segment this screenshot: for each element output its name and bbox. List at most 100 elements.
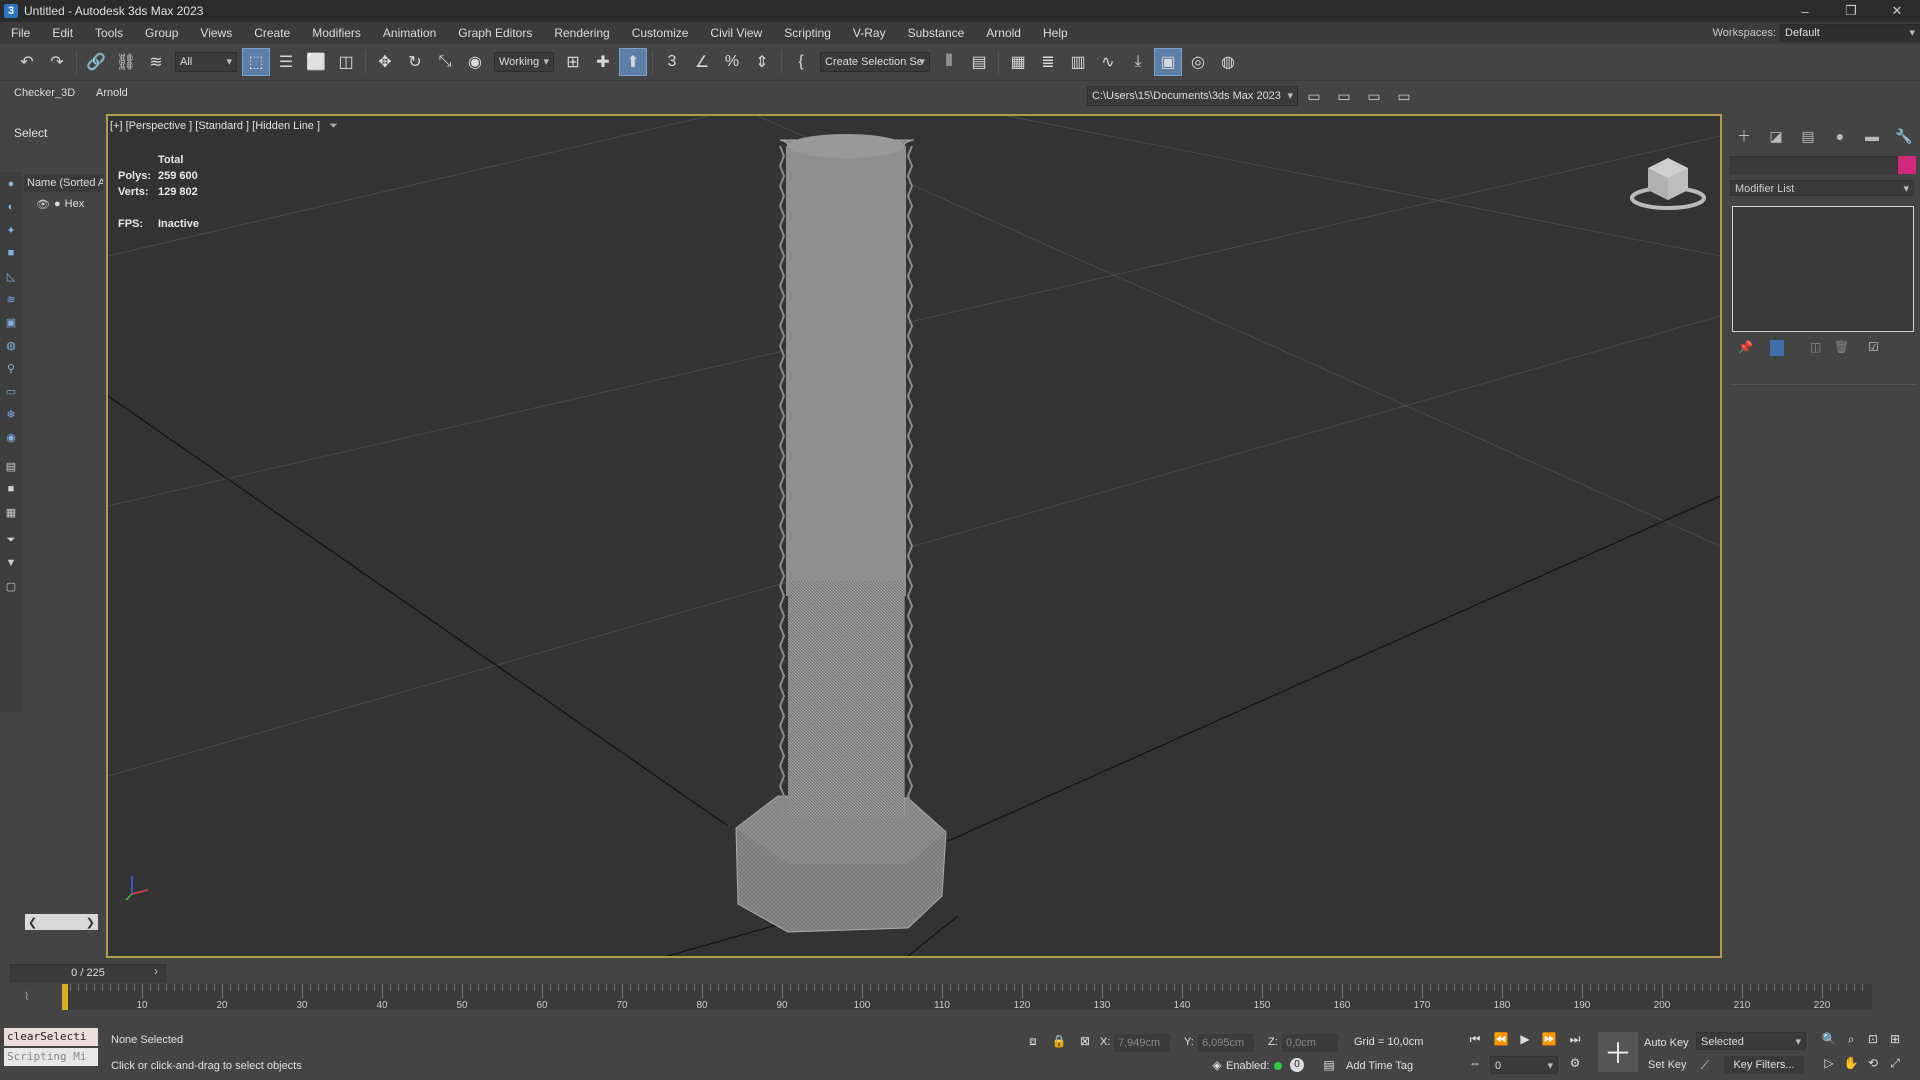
display-invert-icon[interactable]: ▦ <box>3 504 19 520</box>
filter-selected-icon[interactable]: ▼ <box>3 555 19 571</box>
unlink-icon[interactable]: ⛓ <box>112 48 140 76</box>
display-helpers-icon[interactable]: ◺ <box>3 268 19 284</box>
field-of-view-icon[interactable]: ▷ <box>1820 1054 1838 1072</box>
display-hidden-icon[interactable]: ◉ <box>3 429 19 445</box>
bind-space-warp-icon[interactable]: ≋ <box>142 48 170 76</box>
track-bar[interactable]: ⌇ 10 20 30 40 50 60 70 80 90 100 110 120 130 140 150 16… <box>0 982 1920 1011</box>
snaps-toggle-icon[interactable]: 3 <box>658 48 686 76</box>
render-frame-icon[interactable]: ◍ <box>1214 48 1242 76</box>
select-header[interactable]: Select <box>14 126 47 140</box>
name-column-header[interactable]: Name (Sorted A <box>24 174 103 192</box>
zoom-extents-all-icon[interactable]: ⊞ <box>1886 1030 1904 1048</box>
play-icon[interactable]: ▶ <box>1516 1030 1534 1048</box>
edit-named-selection-icon[interactable]: { <box>787 48 815 76</box>
menu-tools[interactable]: Tools <box>84 22 134 44</box>
isolate-selection-icon[interactable]: ⧈ <box>1024 1032 1042 1050</box>
add-time-tag-button[interactable]: Add Time Tag <box>1346 1060 1413 1072</box>
workspace-dropdown[interactable]: Default <box>1780 24 1920 42</box>
tab-checker-3d[interactable]: Checker_3D <box>14 87 75 99</box>
window-crossing-icon[interactable]: ◫ <box>332 48 360 76</box>
display-containers-icon[interactable]: ▭ <box>3 383 19 399</box>
menu-create[interactable]: Create <box>243 22 301 44</box>
project-folder-icon[interactable]: ▭ <box>1304 86 1324 106</box>
enabled-counter[interactable]: 0 <box>1290 1058 1304 1072</box>
absolute-mode-icon[interactable]: ⊠ <box>1076 1032 1094 1050</box>
show-end-result-icon[interactable] <box>1770 340 1784 356</box>
curve-editor-mini-icon[interactable]: ⌇ <box>24 990 29 1003</box>
display-all-icon[interactable]: ▤ <box>3 458 19 474</box>
percent-snap-icon[interactable]: % <box>718 48 746 76</box>
display-spacewarps-icon[interactable]: ≋ <box>3 291 19 307</box>
align-icon[interactable]: ▤ <box>965 48 993 76</box>
adaptive-degradation-icon[interactable]: ◈ <box>1208 1056 1226 1074</box>
select-manipulate-icon[interactable]: ✚ <box>589 48 617 76</box>
project-create-icon[interactable]: ▭ <box>1334 86 1354 106</box>
menu-animation[interactable]: Animation <box>372 22 447 44</box>
display-xrefs-icon[interactable]: ◍ <box>3 337 19 353</box>
utilities-tab-icon[interactable]: 🔧 <box>1892 126 1916 146</box>
display-groups-icon[interactable]: ▣ <box>3 314 19 330</box>
viewport-label[interactable]: [+] [Perspective ] [Standard ] [Hidden L… <box>110 120 338 133</box>
time-tag-icon[interactable]: ▤ <box>1320 1056 1338 1074</box>
maxscript-listener[interactable]: clearSelecti <box>4 1028 98 1046</box>
menu-views[interactable]: Views <box>189 22 243 44</box>
motion-tab-icon[interactable]: ● <box>1828 126 1852 146</box>
track-bar-ruler[interactable]: 10 20 30 40 50 60 70 80 90 100 110 120 130 140 150 160 1… <box>62 984 1872 1011</box>
viewport-label-text[interactable]: [+] [Perspective ] [Standard ] [Hidden L… <box>110 120 320 132</box>
curve-editor-icon[interactable]: ∿ <box>1094 48 1122 76</box>
object-color-swatch[interactable] <box>1898 156 1916 174</box>
scroll-left-icon[interactable]: ❮ <box>25 916 37 929</box>
time-next-icon[interactable]: › <box>154 964 158 978</box>
graph-editor-icon[interactable]: ▥ <box>1064 48 1092 76</box>
time-configuration-icon[interactable]: ⚙ <box>1566 1054 1584 1072</box>
scale-icon[interactable]: ⤡ <box>431 48 459 76</box>
menu-arnold[interactable]: Arnold <box>975 22 1032 44</box>
display-tab-icon[interactable]: ▬ <box>1860 126 1884 146</box>
project-path-dropdown[interactable]: C:\Users\15\Documents\3ds Max 2023 <box>1087 86 1298 106</box>
key-filters-button[interactable]: Key Filters... <box>1724 1056 1804 1074</box>
maximize-viewport-icon[interactable]: ⤢ <box>1886 1054 1904 1072</box>
modify-tab-icon[interactable]: ◪ <box>1764 126 1788 146</box>
project-open-icon[interactable]: ▭ <box>1364 86 1384 106</box>
hierarchy-icon[interactable]: ▢ <box>3 578 19 594</box>
angle-snap-icon[interactable]: ∠ <box>688 48 716 76</box>
set-key-button[interactable]: Set Key <box>1648 1056 1687 1074</box>
set-key-big-button[interactable]: ＋ <box>1598 1032 1638 1072</box>
menu-help[interactable]: Help <box>1032 22 1079 44</box>
menu-scripting[interactable]: Scripting <box>773 22 842 44</box>
menu-edit[interactable]: Edit <box>41 22 84 44</box>
scene-object-row[interactable]: 👁 ● Hex <box>24 196 100 212</box>
filter-icon[interactable]: ⏷ <box>3 532 19 548</box>
display-lights-icon[interactable]: ✦ <box>3 222 19 238</box>
schematic-view-icon[interactable]: ⤓ <box>1124 48 1152 76</box>
orbit-icon[interactable]: ⟲ <box>1864 1054 1882 1072</box>
z-coordinate[interactable]: 0,0cm <box>1282 1034 1338 1052</box>
scroll-right-icon[interactable]: ❯ <box>86 916 98 929</box>
menu-substance[interactable]: Substance <box>897 22 976 44</box>
menu-customize[interactable]: Customize <box>621 22 700 44</box>
display-shapes-icon[interactable]: ◐ <box>3 199 19 215</box>
auto-key-button[interactable]: Auto Key <box>1644 1034 1689 1052</box>
link-icon[interactable]: 🔗 <box>82 48 110 76</box>
place-icon[interactable]: ◉ <box>461 48 489 76</box>
modifier-stack[interactable] <box>1732 206 1914 332</box>
goto-end-icon[interactable]: ⏭ <box>1566 1030 1584 1048</box>
explorer-scrollbar[interactable]: ❮ ❯ <box>25 914 98 930</box>
configure-modifier-sets-icon[interactable]: ☑ <box>1868 340 1879 354</box>
rotate-icon[interactable]: ↻ <box>401 48 429 76</box>
rect-selection-icon[interactable]: ⬜ <box>302 48 330 76</box>
display-none-icon[interactable]: ■ <box>3 481 19 497</box>
restore-button[interactable]: ❐ <box>1828 0 1874 22</box>
undo-icon[interactable]: ↶ <box>13 48 41 76</box>
selection-filter-dropdown[interactable]: All <box>175 52 237 72</box>
menu-modifiers[interactable]: Modifiers <box>301 22 372 44</box>
close-button[interactable]: ✕ <box>1874 0 1920 22</box>
current-frame-marker[interactable] <box>62 984 68 1010</box>
zoom-all-icon[interactable]: ⌕ <box>1842 1030 1860 1048</box>
previous-frame-icon[interactable]: ⏪ <box>1492 1030 1510 1048</box>
pan-view-icon[interactable]: ✋ <box>1842 1054 1860 1072</box>
freeze-dot-icon[interactable]: ● <box>54 198 61 210</box>
key-mode-dropdown[interactable]: Selected <box>1696 1032 1806 1051</box>
named-selection-dropdown[interactable]: Create Selection Se <box>820 52 930 72</box>
x-coordinate[interactable]: 7,949cm <box>1114 1034 1170 1052</box>
